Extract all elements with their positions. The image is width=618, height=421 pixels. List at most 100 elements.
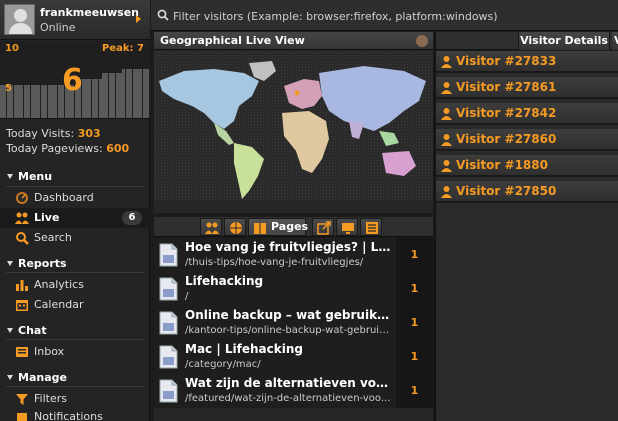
today-visits-value: 303 [77, 127, 101, 140]
page-info[interactable]: Hoe vang je fruitvliegjes? | Life... /thu… [154, 238, 396, 272]
visitor-item[interactable]: Visitor #27833 [436, 51, 618, 73]
user-icon [441, 134, 452, 146]
list-icon [366, 222, 378, 234]
page-row[interactable]: Online backup – wat gebruik je... /kantoo… [154, 306, 433, 340]
tab-people[interactable] [200, 218, 222, 236]
page-row[interactable]: Hoe vang je fruitvliegjes? | Life... /thu… [154, 238, 433, 272]
nav-dashboard[interactable]: Dashboard [0, 188, 150, 208]
page-row[interactable]: Lifehacking / 1 [154, 272, 433, 306]
page-row[interactable]: Mac | Lifehacking/category/mac/1 [154, 340, 433, 374]
nav-calendar[interactable]: Calendar [0, 295, 150, 315]
visitor-label: Visitor #1880 [456, 158, 548, 172]
divider [6, 339, 144, 340]
document-icon [159, 345, 178, 369]
nav-notifications[interactable]: Notifications [0, 407, 150, 421]
funnel-icon [16, 394, 28, 405]
people-icon [205, 222, 219, 234]
visitor-label: Visitor #27850 [456, 184, 557, 198]
nav-filters[interactable]: Filters [0, 389, 150, 409]
visitor-label: Visitor #27833 [456, 54, 557, 68]
page-info[interactable]: Wat zijn de alternatieven voor ... /featu… [154, 374, 396, 408]
tab-details[interactable] [360, 218, 382, 236]
page-info[interactable]: Mac | Lifehacking/category/mac/ [154, 340, 396, 374]
inbox-icon [16, 347, 28, 357]
manage-section-title[interactable]: Manage [0, 371, 150, 387]
notifications-icon [17, 413, 27, 421]
reports-section-title[interactable]: Reports [0, 257, 150, 273]
nav-search[interactable]: Search [0, 228, 150, 248]
document-icon [159, 379, 178, 403]
pages-list: Hoe vang je fruitvliegjes? | Life... /thu… [154, 238, 433, 421]
collapse-icon [7, 173, 13, 179]
tab-referrers[interactable] [312, 218, 334, 236]
world-map[interactable] [154, 51, 433, 201]
visitor-item[interactable]: Visitor #1880 [436, 155, 618, 177]
nav-inbox[interactable]: Inbox [0, 342, 150, 362]
visitor-item[interactable]: Visitor #27850 [436, 181, 618, 203]
page-title[interactable]: Lifehacking [185, 274, 393, 288]
document-icon [159, 243, 178, 267]
visitor-label: Visitor #27842 [456, 106, 557, 120]
page-row[interactable]: Wat zijn de alternatieven voor ... /featu… [154, 374, 433, 408]
username: frankmeeuwsen [40, 6, 139, 19]
divider [6, 386, 144, 387]
visitor-item[interactable]: Visitor #27842 [436, 103, 618, 125]
page-url: / [185, 291, 189, 302]
world-map-graphic [154, 51, 433, 201]
content-tabs: Pages [154, 217, 433, 237]
page-visitor-count: 1 [396, 238, 433, 272]
today-stats: Today Visits: 303 Today Pageviews: 600 [6, 126, 129, 156]
user-panel[interactable]: frankmeeuwsen Online [0, 0, 150, 40]
collapse-icon [7, 374, 13, 380]
visitor-location-marker[interactable] [294, 90, 300, 96]
page-title[interactable]: Online backup – wat gebruik je... [185, 308, 393, 322]
graph-peak-label: Peak: 7 [102, 43, 144, 54]
monitor-icon [342, 223, 354, 234]
tab-visitor-more[interactable]: V [612, 32, 618, 50]
search-icon [16, 232, 29, 245]
visitor-label: Visitor #27860 [456, 132, 557, 146]
today-visits-label: Today Visits: [6, 127, 75, 140]
filter-visitors-input[interactable] [173, 6, 613, 26]
collapse-icon [7, 327, 13, 333]
page-title[interactable]: Hoe vang je fruitvliegjes? | Life... [185, 240, 393, 254]
map-title: Geographical Live View [160, 34, 305, 47]
document-icon [159, 277, 178, 301]
page-info[interactable]: Lifehacking / [154, 272, 396, 306]
page-url: /category/mac/ [185, 359, 261, 370]
page-title[interactable]: Mac | Lifehacking [185, 342, 393, 356]
tab-platforms[interactable] [336, 218, 358, 236]
page-info[interactable]: Online backup – wat gebruik je... /kantoo… [154, 306, 396, 340]
menu-section-title[interactable]: Menu [0, 170, 150, 186]
page-url: /featured/wat-zijn-de-alternatieven-voo.… [185, 393, 391, 404]
graph-max-label: 10 [5, 43, 19, 54]
document-icon [159, 311, 178, 335]
status-arrow-icon[interactable] [136, 15, 141, 23]
visitors-graph: 10 Peak: 7 5 6 [0, 41, 150, 119]
page-visitor-count: 1 [396, 272, 433, 306]
people-icon [15, 212, 29, 224]
external-link-icon [317, 221, 331, 235]
avatar [4, 4, 35, 35]
sidebar: frankmeeuwsen Online 10 Peak: 7 5 6 Toda… [0, 0, 150, 421]
map-expand-icon[interactable] [416, 35, 428, 47]
tab-locations[interactable] [224, 218, 246, 236]
visitor-item[interactable]: Visitor #27860 [436, 129, 618, 151]
user-icon [441, 56, 452, 68]
tab-pages[interactable]: Pages [248, 218, 308, 236]
collapse-icon [7, 260, 13, 266]
visitor-item[interactable]: Visitor #27861 [436, 77, 618, 99]
map-panel: Geographical Live View [154, 32, 433, 213]
chat-section-title[interactable]: Chat [0, 324, 150, 340]
map-header: Geographical Live View [154, 32, 433, 50]
page-title[interactable]: Wat zijn de alternatieven voor ... [185, 376, 393, 390]
nav-live[interactable]: Live 6 [0, 208, 150, 228]
nav-analytics[interactable]: Analytics [0, 275, 150, 295]
tab-visitor-details[interactable]: Visitor Details [518, 32, 610, 50]
filter-bar [151, 0, 618, 31]
user-icon [441, 186, 452, 198]
page-url: /thuis-tips/hoe-vang-je-fruitvliegjes/ [185, 257, 364, 268]
user-status: Online [40, 21, 76, 34]
app-window: frankmeeuwsen Online 10 Peak: 7 5 6 Toda… [0, 0, 618, 421]
divider [6, 186, 144, 187]
